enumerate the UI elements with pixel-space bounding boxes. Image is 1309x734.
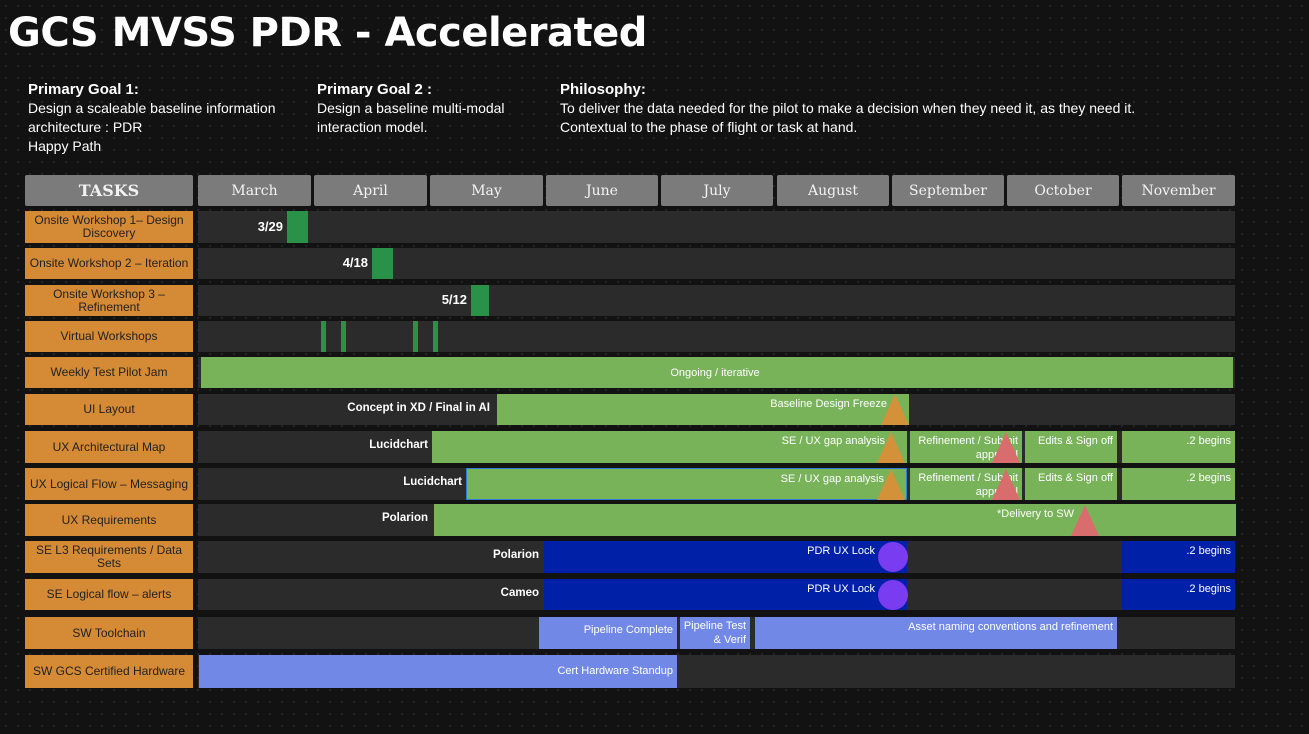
tasks-header: TASKS: [25, 175, 193, 206]
task-label: UX Architectural Map: [25, 431, 193, 463]
next-version-bar: .2 begins: [1122, 431, 1235, 463]
phase-label: Polarion: [492, 549, 539, 561]
freeze-triangle-icon: [877, 469, 905, 500]
lock-circle-icon: [878, 542, 908, 572]
se-flow-bar: PDR UX Lock: [544, 579, 907, 610]
design-bar: Baseline Design Freeze: [497, 394, 909, 425]
month-header-june: June: [546, 175, 658, 206]
gap-analysis-bar: SE / UX gap analysis: [466, 468, 907, 500]
timeline-row: [198, 211, 1235, 243]
edits-bar: Edits & Sign off: [1025, 431, 1117, 463]
next-version-bar: .2 begins: [1122, 468, 1235, 500]
asset-naming-bar: Asset naming conventions and refinement: [755, 617, 1117, 649]
task-label: UX Requirements: [25, 504, 193, 536]
phase-label: Lucidchart: [369, 439, 428, 451]
milestone-bar: [287, 211, 308, 243]
phase-label: Lucidchart: [403, 476, 462, 488]
page-title: GCS MVSS PDR - Accelerated: [8, 10, 647, 56]
se-requirements-bar: PDR UX Lock: [544, 541, 907, 573]
next-version-bar: .2 begins: [1122, 579, 1235, 610]
task-label: Onsite Workshop 3 – Refinement: [25, 285, 193, 316]
milestone-bar: [471, 285, 489, 316]
goal-1: Primary Goal 1: Design a scaleable baseli…: [28, 81, 276, 154]
phase-label: Polarion: [381, 512, 428, 524]
task-label: SE Logical flow – alerts: [25, 579, 193, 610]
month-header-september: September: [892, 175, 1004, 206]
month-header-july: July: [661, 175, 773, 206]
freeze-triangle-icon: [877, 432, 905, 463]
gap-analysis-bar: SE / UX gap analysis: [432, 431, 907, 463]
workshop-marker: [341, 321, 346, 352]
timeline-row: [198, 321, 1235, 352]
ongoing-bar: Ongoing / iterative: [201, 357, 1233, 388]
task-label: UX Logical Flow – Messaging: [25, 468, 193, 500]
date-label: 3/29: [257, 219, 283, 234]
date-label: 5/12: [441, 292, 467, 307]
month-header-march: March: [198, 175, 311, 206]
phase-label: Cameo: [500, 587, 539, 599]
freeze-triangle-icon: [881, 394, 909, 425]
requirements-bar: *Delivery to SW: [434, 504, 1236, 536]
approval-triangle-icon: [992, 469, 1020, 500]
task-label: SW GCS Certified Hardware: [25, 655, 193, 688]
philosophy: Philosophy: To deliver the data needed fo…: [560, 81, 1136, 135]
workshop-marker: [321, 321, 326, 352]
task-label: Onsite Workshop 2 – Iteration: [25, 248, 193, 279]
delivery-triangle-icon: [1071, 505, 1099, 536]
pipeline-test-bar: Pipeline Test & Verif: [680, 617, 750, 649]
month-header-august: August: [777, 175, 889, 206]
edits-bar: Edits & Sign off: [1025, 468, 1117, 500]
phase-label: Concept in XD / Final in AI: [347, 402, 490, 414]
milestone-bar: [372, 248, 393, 279]
cert-hardware-bar: Cert Hardware Standup: [199, 655, 677, 688]
workshop-marker: [433, 321, 438, 352]
task-label: Onsite Workshop 1– Design Discovery: [25, 211, 193, 243]
pipeline-complete-bar: Pipeline Complete: [539, 617, 677, 649]
month-header-october: October: [1007, 175, 1119, 206]
task-label: Weekly Test Pilot Jam: [25, 357, 193, 388]
task-label: Virtual Workshops: [25, 321, 193, 352]
timeline-row: [198, 285, 1235, 316]
month-header-april: April: [314, 175, 427, 206]
task-label: UI Layout: [25, 394, 193, 425]
month-header-may: May: [430, 175, 543, 206]
goal-2: Primary Goal 2 : Design a baseline multi-…: [317, 81, 505, 135]
approval-triangle-icon: [992, 432, 1020, 463]
task-label: SW Toolchain: [25, 617, 193, 649]
next-version-bar: .2 begins: [1122, 541, 1235, 573]
date-label: 4/18: [342, 255, 368, 270]
lock-circle-icon: [878, 580, 908, 610]
task-label: SE L3 Requirements / Data Sets: [25, 541, 193, 573]
month-header-november: November: [1122, 175, 1235, 206]
workshop-marker: [413, 321, 418, 352]
